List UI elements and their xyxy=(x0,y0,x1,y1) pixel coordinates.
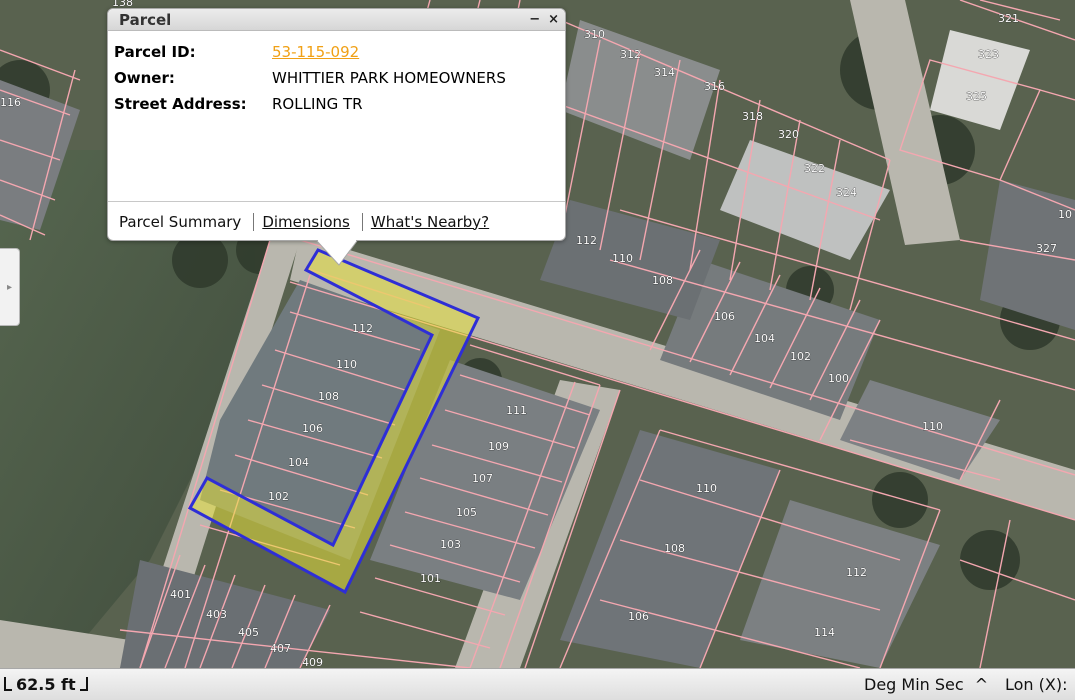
parcel-popup: Parcel − × Parcel ID: 53-115-092 Owner: … xyxy=(107,8,566,266)
status-bar: 62.5 ft Deg Min Sec ^ Lon (X): xyxy=(0,668,1075,700)
lot-number-label: 323 xyxy=(978,48,999,61)
tab-whats-nearby[interactable]: What's Nearby? xyxy=(371,213,489,231)
lot-number-label: 321 xyxy=(998,12,1019,25)
lot-number-label: 403 xyxy=(206,608,227,621)
lot-number-label: 110 xyxy=(922,420,943,433)
tab-parcel-summary[interactable]: Parcel Summary xyxy=(119,213,241,231)
lot-number-label: 405 xyxy=(238,626,259,639)
coord-format-label: Deg Min Sec xyxy=(864,675,964,694)
chevron-right-icon: ▸ xyxy=(6,281,13,293)
lot-number-label: 110 xyxy=(696,482,717,495)
minimize-icon[interactable]: − xyxy=(529,13,540,26)
popup-header: Parcel − × xyxy=(108,9,565,31)
attr-key: Owner: xyxy=(114,69,175,87)
lot-number-label: 322 xyxy=(804,162,825,175)
lot-number-label: 112 xyxy=(352,322,373,335)
lot-number-label: 116 xyxy=(0,96,21,109)
close-icon[interactable]: × xyxy=(548,13,559,26)
lot-number-label: 104 xyxy=(754,332,775,345)
lot-number-label: 409 xyxy=(302,656,323,668)
lot-number-label: 105 xyxy=(456,506,477,519)
coord-axis-readout[interactable]: Lon (X): xyxy=(1005,675,1075,694)
lot-number-label: 110 xyxy=(612,252,633,265)
scale-tick-left xyxy=(4,676,12,691)
lot-number-label: 110 xyxy=(336,358,357,371)
lot-number-label: 112 xyxy=(846,566,867,579)
lot-number-label: 106 xyxy=(302,422,323,435)
parcel-id-link[interactable]: 53-115-092 xyxy=(272,39,359,65)
scale-tick-right xyxy=(79,676,88,691)
lot-number-label: 101 xyxy=(420,572,441,585)
lot-number-label: 10 xyxy=(1058,208,1072,221)
scale-label: 62.5 ft xyxy=(16,675,76,694)
lot-number-label: 314 xyxy=(654,66,675,79)
lot-number-label: 327 xyxy=(1036,242,1057,255)
lot-number-label: 112 xyxy=(576,234,597,247)
street-address-value: ROLLING TR xyxy=(272,95,363,113)
lot-number-label: 100 xyxy=(828,372,849,385)
lot-number-label: 102 xyxy=(790,350,811,363)
lot-number-label: 324 xyxy=(836,186,857,199)
lot-number-label: 103 xyxy=(440,538,461,551)
lot-number-label: 320 xyxy=(778,128,799,141)
popup-title: Parcel xyxy=(119,10,172,29)
attr-key: Street Address: xyxy=(114,95,247,113)
lot-number-label: 312 xyxy=(620,48,641,61)
lot-number-label: 108 xyxy=(652,274,673,287)
lot-number-label: 107 xyxy=(472,472,493,485)
scale-bar: 62.5 ft xyxy=(4,675,88,694)
lot-number-label: 102 xyxy=(268,490,289,503)
coord-format-selector[interactable]: Deg Min Sec ^ xyxy=(864,675,988,694)
lot-number-label: 325 xyxy=(966,90,987,103)
lot-number-label: 318 xyxy=(742,110,763,123)
lot-number-label: 111 xyxy=(506,404,527,417)
tab-divider xyxy=(361,212,363,231)
tab-dimensions[interactable]: Dimensions xyxy=(262,213,350,231)
lot-number-label: 310 xyxy=(584,28,605,41)
lot-number-label: 108 xyxy=(318,390,339,403)
attr-row-owner: Owner: WHITTIER PARK HOMEOWNERS xyxy=(114,65,559,91)
lot-number-label: 316 xyxy=(704,80,725,93)
lot-number-label: 104 xyxy=(288,456,309,469)
lot-number-label: 401 xyxy=(170,588,191,601)
popup-attributes: Parcel ID: 53-115-092 Owner: WHITTIER PA… xyxy=(108,31,565,201)
lot-number-label: 114 xyxy=(814,626,835,639)
lot-number-label: 106 xyxy=(628,610,649,623)
lot-number-label: 108 xyxy=(664,542,685,555)
lot-number-label: 407 xyxy=(270,642,291,655)
attr-row-parcel-id: Parcel ID: 53-115-092 xyxy=(114,39,559,65)
attr-row-street-address: Street Address: ROLLING TR xyxy=(114,91,559,117)
popup-tabs: Parcel Summary Dimensions What's Nearby? xyxy=(108,201,565,241)
owner-value: WHITTIER PARK HOMEOWNERS xyxy=(272,69,506,87)
lot-number-label: 109 xyxy=(488,440,509,453)
caret-up-icon: ^ xyxy=(974,675,989,694)
lot-number-label: 106 xyxy=(714,310,735,323)
side-panel-handle[interactable]: ▸ xyxy=(0,248,20,326)
attr-key: Parcel ID: xyxy=(114,43,196,61)
tab-divider xyxy=(253,212,255,231)
